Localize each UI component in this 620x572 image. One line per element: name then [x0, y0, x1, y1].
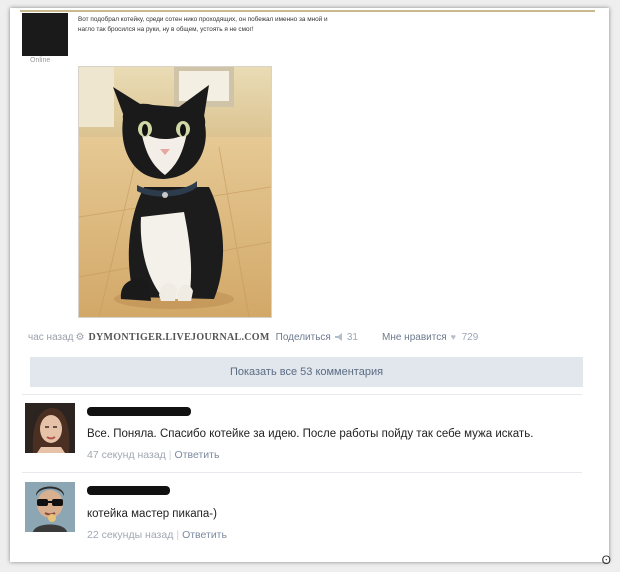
commenter-avatar[interactable] [25, 482, 75, 532]
share-button[interactable]: Поделиться [276, 332, 331, 343]
comment-time[interactable]: 22 секунды назад [87, 529, 173, 541]
post-text: Вот подобрал котейку, среди сотен нико п… [78, 16, 328, 33]
cat-photo-image [79, 67, 271, 317]
like-button[interactable]: Мне нравится [382, 332, 447, 343]
show-all-comments-button[interactable]: Показать все 53 комментария [30, 357, 583, 387]
post-meta-bar: час назад ⚙ DYMONTIGER.LIVEJOURNAL.COM Поде… [28, 332, 478, 343]
comment-text: Все. Поняла. Спасибо котейке за идею. По… [87, 428, 534, 440]
share-count: 31 [346, 332, 358, 343]
meta-separator: | [168, 449, 172, 461]
comment-time[interactable]: 47 секунд назад [87, 449, 166, 461]
meta-separator: | [176, 529, 180, 541]
reply-button[interactable]: Ответить [182, 529, 227, 541]
comment-meta: 22 секунды назад | Ответить [87, 529, 227, 541]
heart-icon: ♥ [450, 332, 456, 342]
online-status: Online [30, 57, 51, 64]
megaphone-icon [334, 333, 342, 341]
avatar-photo [25, 482, 75, 532]
post-time[interactable]: час назад [28, 332, 74, 343]
commenter-name-redacted[interactable] [87, 407, 191, 416]
comment-divider [22, 394, 582, 395]
top-divider [20, 10, 595, 12]
comment-divider [22, 472, 582, 473]
like-count: 729 [461, 332, 479, 343]
post-author-avatar[interactable] [22, 13, 68, 56]
watermark-logo: ʘ [601, 553, 611, 567]
post-photo[interactable] [78, 66, 272, 318]
commenter-avatar[interactable] [25, 403, 75, 453]
reply-button[interactable]: Ответить [175, 449, 220, 461]
comment-meta: 47 секунд назад | Ответить [87, 449, 219, 461]
post-source-link[interactable]: DYMONTIGER.LIVEJOURNAL.COM [88, 332, 269, 343]
avatar-photo [25, 403, 75, 453]
gear-icon[interactable]: ⚙ [76, 332, 85, 343]
comment-text: котейка мастер пикапа-) [87, 508, 217, 520]
commenter-name-redacted[interactable] [87, 486, 170, 495]
